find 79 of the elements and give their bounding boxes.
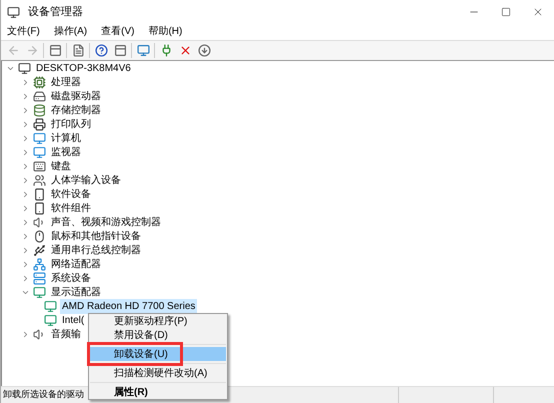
down-arrow-circle-icon — [198, 44, 210, 57]
tree-item[interactable]: 存储控制器 — [49, 102, 103, 118]
context-menu-item[interactable]: 更新驱动程序(P) — [90, 314, 226, 328]
tree-item[interactable]: 计算机 — [49, 130, 83, 146]
expander-icon[interactable] — [21, 232, 30, 240]
tree-item[interactable]: 鼠标和其他指针设备 — [49, 228, 143, 244]
status-text: 卸载所选设备的驱动 — [3, 388, 84, 402]
expander-icon[interactable] — [21, 92, 30, 100]
storage-icon — [33, 104, 46, 116]
close-icon — [532, 6, 544, 18]
expander-icon[interactable] — [21, 274, 30, 282]
tree-item[interactable]: 软件组件 — [49, 200, 93, 216]
tree-item[interactable]: 人体学输入设备 — [49, 172, 123, 188]
document-icon — [72, 44, 84, 57]
tree-item[interactable]: AMD Radeon HD 7700 Series — [60, 298, 198, 314]
expander-icon[interactable] — [21, 218, 30, 226]
expander-icon[interactable] — [21, 120, 30, 128]
context-menu-item[interactable]: 扫描检测硬件改动(A) — [90, 366, 226, 380]
tree-item[interactable]: 软件设备 — [49, 186, 93, 202]
people-icon — [33, 174, 46, 186]
tree-item[interactable]: 网络适配器 — [49, 256, 103, 272]
tree-item[interactable]: 通用串行总线控制器 — [49, 242, 143, 258]
expander-icon[interactable] — [21, 162, 30, 170]
context-menu-item[interactable]: 卸载设备(U) — [90, 347, 226, 361]
monitor-icon — [33, 146, 46, 158]
tree-item[interactable]: Intel( — [60, 312, 86, 328]
tree-item[interactable]: 打印队列 — [49, 116, 93, 132]
speaker-icon — [33, 216, 46, 228]
window-icon — [48, 44, 62, 57]
help-button[interactable] — [93, 42, 109, 58]
keyboard-icon — [33, 160, 46, 172]
expander-icon[interactable] — [21, 260, 30, 268]
menu-item[interactable]: 帮助(H) — [148, 24, 182, 38]
speaker-icon — [33, 328, 46, 340]
drive-icon — [33, 90, 46, 102]
window-title: 设备管理器 — [28, 4, 83, 20]
tree-item[interactable]: 磁盘驱动器 — [49, 88, 103, 104]
context-menu-item[interactable]: 禁用设备(D) — [90, 328, 226, 342]
expander-icon[interactable] — [21, 204, 30, 212]
expander-icon[interactable] — [21, 106, 30, 114]
expander-icon[interactable] — [21, 246, 30, 254]
context-menu-item[interactable]: 属性(R) — [90, 385, 226, 399]
tree-item[interactable]: 系统设备 — [49, 270, 93, 286]
menu-item[interactable]: 查看(V) — [101, 24, 134, 38]
tree-item[interactable]: 声音、视频和游戏控制器 — [49, 214, 163, 230]
tree-item[interactable]: 显示适配器 — [49, 284, 103, 300]
printer-icon — [33, 118, 46, 130]
forward-arrow-icon — [26, 44, 38, 57]
expander-icon[interactable] — [21, 190, 30, 198]
plug-icon — [160, 44, 172, 57]
phone-icon — [33, 202, 46, 214]
phone-icon — [33, 188, 46, 200]
tree-item[interactable]: 键盘 — [49, 158, 73, 174]
help-icon — [94, 44, 108, 57]
back-arrow-icon — [6, 44, 20, 57]
expander-icon[interactable] — [21, 176, 30, 184]
window-button[interactable] — [112, 42, 128, 58]
x-mark-icon — [178, 44, 192, 57]
monitor-icon — [33, 132, 46, 144]
window-button[interactable] — [47, 42, 63, 58]
expander-icon[interactable] — [21, 134, 30, 142]
monitor-button[interactable] — [135, 42, 151, 58]
monitor-icon — [136, 44, 150, 57]
expander-icon[interactable] — [21, 330, 30, 338]
tree-item[interactable]: 音频输 — [49, 326, 83, 342]
tree-item[interactable]: 处理器 — [49, 74, 83, 90]
network-icon — [33, 258, 46, 270]
tree-item[interactable]: DESKTOP-3K8M4V6 — [34, 60, 133, 76]
usb-icon — [33, 244, 46, 256]
maximize-icon — [501, 7, 511, 17]
menu-item[interactable]: 文件(F) — [7, 24, 40, 38]
expander-icon[interactable] — [21, 78, 30, 86]
tree-item[interactable]: 监视器 — [49, 144, 83, 160]
down-arrow-circle-button[interactable] — [196, 42, 212, 58]
menu-item[interactable]: 操作(A) — [54, 24, 88, 38]
chip-icon — [33, 76, 46, 88]
expander-icon[interactable] — [21, 148, 30, 156]
window-icon — [114, 44, 126, 57]
mouse-icon — [33, 230, 46, 242]
